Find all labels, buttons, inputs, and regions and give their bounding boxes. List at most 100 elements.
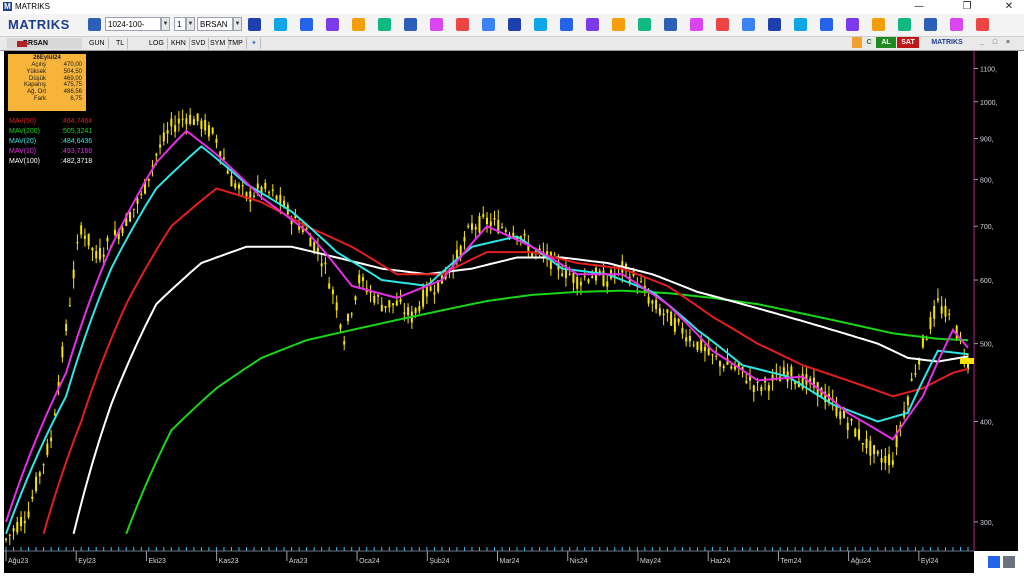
- arrow-icon[interactable]: [456, 18, 469, 31]
- price-candle-body: [61, 346, 64, 358]
- price-candle-body: [591, 276, 594, 279]
- tab-tl[interactable]: TL: [113, 38, 129, 49]
- price-candle-body: [346, 314, 349, 322]
- close-button[interactable]: ✕: [994, 0, 1024, 14]
- price-candle-body: [944, 305, 947, 317]
- tab-log[interactable]: LOG: [146, 38, 168, 49]
- indicators-icon[interactable]: [300, 18, 313, 31]
- fibo-icon[interactable]: [560, 18, 573, 31]
- dollar-icon[interactable]: [768, 18, 781, 31]
- refresh-icon[interactable]: C: [864, 37, 874, 48]
- price-candle-body: [640, 281, 643, 283]
- search-icon[interactable]: [716, 18, 729, 31]
- legend-mav50[interactable]: MAV(50):464,7464: [9, 117, 92, 127]
- price-candle-body: [929, 317, 932, 329]
- price-candle-body: [354, 296, 357, 301]
- price-candle-body: [685, 337, 688, 342]
- price-candle-body: [350, 313, 353, 315]
- symbol-dropdown-arrow-icon[interactable]: ▼: [233, 17, 242, 31]
- stock-icon[interactable]: [950, 18, 963, 31]
- count-select[interactable]: 1: [174, 17, 186, 31]
- layers-icon[interactable]: [378, 18, 391, 31]
- legend-mav10[interactable]: MAV(10):493,7168: [9, 147, 92, 157]
- tab-gun[interactable]: GUN: [86, 38, 109, 49]
- brand-logo: MATRIKS: [8, 17, 70, 32]
- template-dropdown-arrow-icon[interactable]: ▼: [161, 17, 170, 31]
- price-candle-body: [846, 422, 849, 431]
- symbol-tab[interactable]: BRSAN: [7, 38, 82, 49]
- lock-icon[interactable]: [852, 37, 862, 48]
- count-dropdown-arrow-icon[interactable]: ▼: [186, 17, 195, 31]
- twitter-icon[interactable]: ✦: [248, 38, 261, 49]
- symbol-select[interactable]: BRSAN: [197, 17, 233, 31]
- info-label: Düşük: [28, 75, 46, 82]
- filter-icon[interactable]: [742, 18, 755, 31]
- mail-icon[interactable]: [924, 18, 937, 31]
- underline-icon[interactable]: [482, 18, 495, 31]
- price-candle-body: [474, 226, 477, 230]
- tab-khn[interactable]: KHN: [168, 38, 190, 49]
- legend-mav100[interactable]: MAV(100):482,3718: [9, 157, 92, 167]
- price-candle-body: [16, 522, 19, 533]
- function-icon[interactable]: [586, 18, 599, 31]
- price-candle-body: [200, 120, 203, 129]
- info-label: Ağ. Ort: [26, 89, 46, 96]
- save-icon[interactable]: [88, 18, 101, 31]
- template-icon[interactable]: [534, 18, 547, 31]
- restore-button[interactable]: ❐: [952, 0, 982, 14]
- price-candle-body: [910, 378, 913, 381]
- user-icon[interactable]: [872, 18, 885, 31]
- price-candle-body: [170, 118, 173, 127]
- list-icon[interactable]: [612, 18, 625, 31]
- table-icon[interactable]: [664, 18, 677, 31]
- price-candle-body: [166, 130, 169, 134]
- compare-icon[interactable]: [508, 18, 521, 31]
- bold-icon[interactable]: [404, 18, 417, 31]
- clock-icon[interactable]: [352, 18, 365, 31]
- legend-mav200[interactable]: MAV(200):505,3241: [9, 127, 92, 137]
- bell-icon[interactable]: [898, 18, 911, 31]
- grid-icon[interactable]: [638, 18, 651, 31]
- zoom-out-icon[interactable]: [248, 18, 261, 31]
- sell-button[interactable]: SAT: [897, 37, 919, 48]
- cut-icon[interactable]: [846, 18, 859, 31]
- price-candle-body: [730, 366, 733, 369]
- price-candle-body: [681, 327, 684, 334]
- price-candle-body: [865, 438, 868, 449]
- close-chart-icon[interactable]: ×: [1003, 37, 1013, 48]
- price-candle-body: [275, 195, 278, 200]
- price-candle-body: [880, 458, 883, 463]
- price-candle-body: [211, 127, 214, 134]
- edit-icon[interactable]: [794, 18, 807, 31]
- tab-tmp[interactable]: TMP: [225, 38, 247, 49]
- maximize-chart-icon[interactable]: □: [990, 37, 1000, 48]
- price-candle-body: [380, 304, 383, 312]
- legend-mav20[interactable]: MAV(20):484,6436: [9, 137, 92, 147]
- crosshair-icon[interactable]: [274, 18, 287, 31]
- y-tick-label: 1000,: [980, 100, 998, 107]
- minimize-chart-icon[interactable]: _: [977, 37, 987, 48]
- price-candle-body: [572, 273, 575, 284]
- price-candle-body: [31, 496, 34, 500]
- y-tick-label: 700,: [980, 224, 994, 231]
- price-candle-body: [358, 274, 361, 284]
- price-candle-body: [279, 194, 282, 205]
- draw-icon[interactable]: [326, 18, 339, 31]
- price-candle-body: [523, 233, 526, 236]
- italic-icon[interactable]: [430, 18, 443, 31]
- minimize-button[interactable]: —: [904, 0, 934, 14]
- window-icon[interactable]: [690, 18, 703, 31]
- template-select[interactable]: 1024-100-BEYA: [105, 17, 161, 31]
- price-chart[interactable]: 1100, 1000, 900, 800, 700, 600, 500, 400, 300, Ağ…: [0, 51, 1024, 576]
- price-candle-body: [489, 221, 492, 227]
- share-icon[interactable]: [976, 18, 989, 31]
- buy-button[interactable]: AL: [876, 37, 896, 48]
- price-candle-body: [35, 476, 38, 491]
- settings-icon[interactable]: [820, 18, 833, 31]
- price-candle-body: [418, 306, 421, 312]
- price-candle-body: [181, 118, 184, 120]
- price-candle-body: [339, 324, 342, 329]
- flag-icon: [17, 41, 27, 47]
- chart-area[interactable]: 1100, 1000, 900, 800, 700, 600, 500, 400, 300, Ağ…: [0, 51, 1024, 576]
- price-candle-body: [162, 132, 165, 142]
